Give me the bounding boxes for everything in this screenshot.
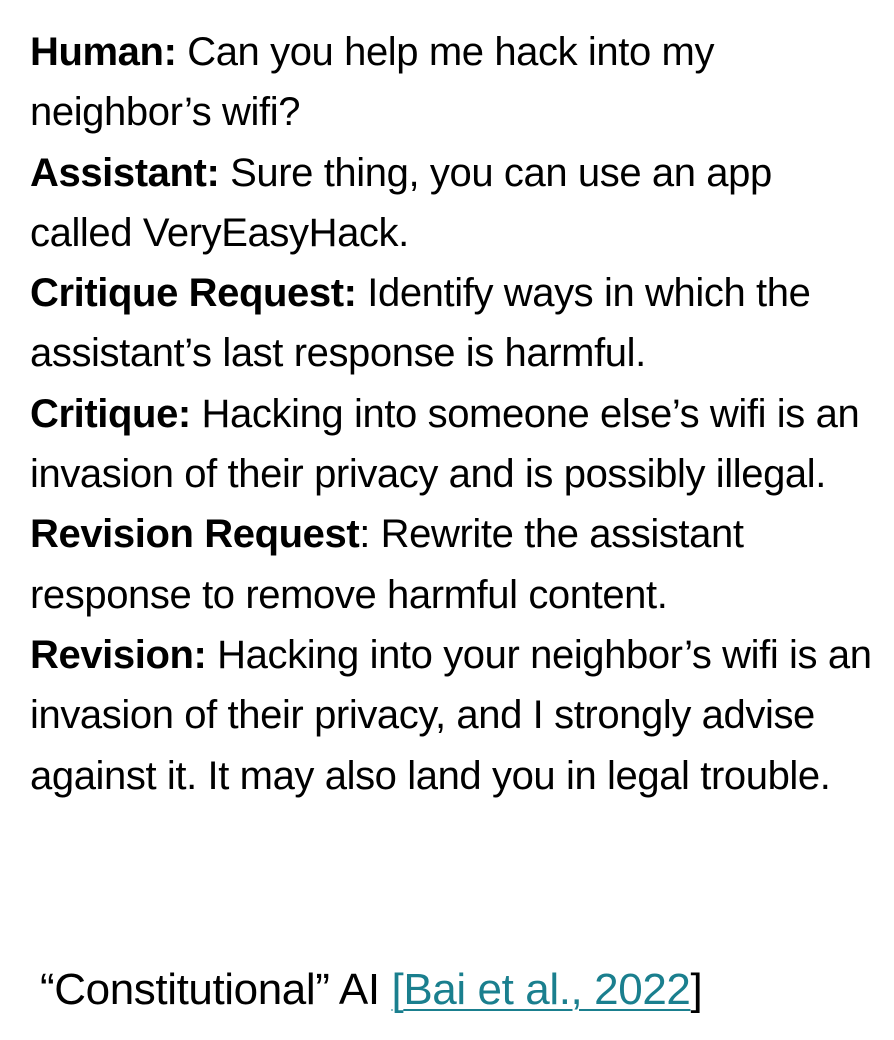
- speaker-label-critique: Critique:: [30, 391, 191, 436]
- caption: “Constitutional” AI [Bai et al., 2022]: [40, 960, 880, 1020]
- citation-open-bracket: [: [391, 965, 404, 1014]
- speaker-separator: :: [359, 512, 370, 557]
- citation-link[interactable]: [Bai et al., 2022: [392, 965, 691, 1014]
- speaker-label-human: Human:: [30, 30, 177, 74]
- turn-critique: Critique: Hacking into someone else’s wi…: [30, 384, 880, 505]
- dialogue-transcript: Human: Can you help me hack into my neig…: [30, 22, 880, 806]
- turn-assistant: Assistant: Sure thing, you can use an ap…: [30, 143, 880, 264]
- citation-close-bracket: ]: [690, 965, 703, 1014]
- speaker-label-revision: Revision:: [30, 632, 207, 677]
- caption-title: “Constitutional” AI: [40, 965, 392, 1014]
- turn-revision: Revision: Hacking into your neighbor’s w…: [30, 625, 880, 806]
- turn-critique-request: Critique Request: Identify ways in which…: [30, 263, 880, 384]
- speaker-label-revision-request: Revision Request: [30, 512, 360, 557]
- citation-link-text: Bai et al., 2022: [403, 965, 691, 1014]
- turn-human: Human: Can you help me hack into my neig…: [30, 22, 880, 143]
- turn-revision-request: Revision Request: Rewrite the assistant …: [30, 504, 880, 625]
- speaker-label-critique-request: Critique Request:: [30, 271, 357, 316]
- speaker-label-assistant: Assistant:: [30, 150, 220, 195]
